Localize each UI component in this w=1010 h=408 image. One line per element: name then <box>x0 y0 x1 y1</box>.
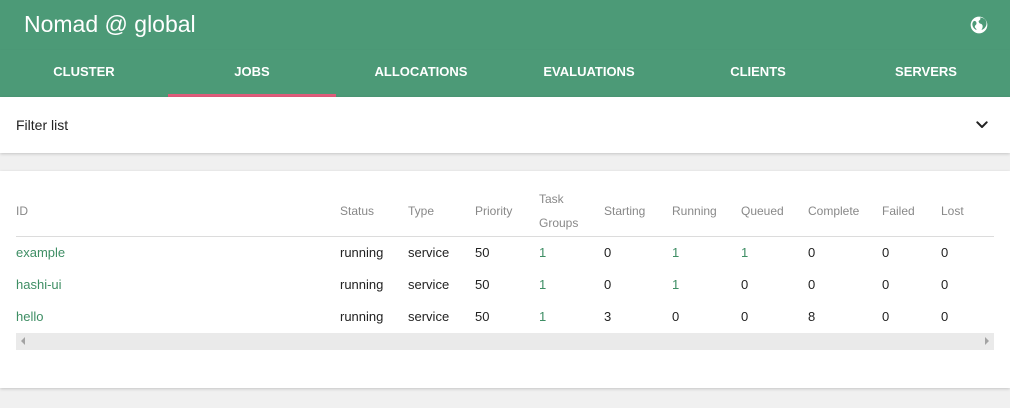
job-status: running <box>340 245 384 260</box>
globe-icon[interactable] <box>969 15 989 35</box>
job-status: running <box>340 309 384 324</box>
column-header-starting[interactable]: Starting <box>604 199 645 223</box>
scroll-right-arrow-icon[interactable] <box>985 337 989 345</box>
column-header-status[interactable]: Status <box>340 199 374 223</box>
job-id-link[interactable]: hashi-ui <box>16 269 62 301</box>
job-complete: 0 <box>808 277 816 292</box>
tab-cluster[interactable]: CLUSTER <box>0 50 168 97</box>
job-complete: 0 <box>808 245 816 260</box>
app-bar: Nomad @ global <box>0 0 1010 50</box>
table-row[interactable]: hello running service 50 1 3 0 0 8 0 0 <box>16 301 994 333</box>
filter-list-label: Filter list <box>16 117 69 133</box>
job-task-groups-link[interactable]: 1 <box>539 301 546 333</box>
job-task-groups-link[interactable]: 1 <box>539 237 546 269</box>
job-status: running <box>340 277 384 292</box>
column-header-queued[interactable]: Queued <box>741 199 784 223</box>
column-header-type[interactable]: Type <box>408 199 434 223</box>
column-header-lost[interactable]: Lost <box>941 199 964 223</box>
jobs-card: ID Status Type Priority Task Groups Star… <box>0 171 1010 388</box>
job-failed: 0 <box>882 245 890 260</box>
column-header-id[interactable]: ID <box>16 199 28 223</box>
job-failed: 0 <box>882 277 890 292</box>
app-title: Nomad @ global <box>24 11 196 37</box>
job-starting: 0 <box>604 245 612 260</box>
chevron-down-icon[interactable] <box>974 117 990 133</box>
job-priority: 50 <box>475 309 490 324</box>
job-running: 0 <box>672 309 680 324</box>
table-row[interactable]: example running service 50 1 0 1 1 0 0 0 <box>16 237 994 269</box>
job-id-link[interactable]: hello <box>16 301 43 333</box>
job-type: service <box>408 309 450 324</box>
job-failed: 0 <box>882 309 890 324</box>
tab-servers[interactable]: SERVERS <box>842 50 1010 97</box>
job-queued-link[interactable]: 1 <box>741 237 748 269</box>
column-header-task-groups-line1[interactable]: Task <box>539 187 564 211</box>
column-header-running[interactable]: Running <box>672 199 717 223</box>
job-priority: 50 <box>475 277 490 292</box>
job-priority: 50 <box>475 245 490 260</box>
tab-jobs[interactable]: JOBS <box>168 50 336 97</box>
job-type: service <box>408 245 450 260</box>
column-header-failed[interactable]: Failed <box>882 199 915 223</box>
main-nav-tabs: CLUSTER JOBS ALLOCATIONS EVALUATIONS CLI… <box>0 50 1010 97</box>
job-running-link[interactable]: 1 <box>672 237 679 269</box>
tab-evaluations[interactable]: EVALUATIONS <box>505 50 673 97</box>
column-header-complete[interactable]: Complete <box>808 199 859 223</box>
tab-allocations[interactable]: ALLOCATIONS <box>337 50 505 97</box>
table-row[interactable]: hashi-ui running service 50 1 0 1 0 0 0 … <box>16 269 994 301</box>
column-header-task-groups-line2[interactable]: Groups <box>539 211 578 235</box>
job-complete: 8 <box>808 309 816 324</box>
job-type: service <box>408 277 450 292</box>
job-lost: 0 <box>941 245 949 260</box>
job-task-groups-link[interactable]: 1 <box>539 269 546 301</box>
tab-clients[interactable]: CLIENTS <box>674 50 842 97</box>
job-lost: 0 <box>941 309 949 324</box>
job-queued: 0 <box>741 309 749 324</box>
job-starting: 3 <box>604 309 612 324</box>
filter-panel[interactable]: Filter list <box>0 97 1010 153</box>
horizontal-scrollbar[interactable] <box>16 333 994 350</box>
job-id-link[interactable]: example <box>16 237 65 269</box>
job-lost: 0 <box>941 277 949 292</box>
scroll-left-arrow-icon[interactable] <box>21 337 25 345</box>
job-starting: 0 <box>604 277 612 292</box>
column-header-priority[interactable]: Priority <box>475 199 512 223</box>
job-queued: 0 <box>741 277 749 292</box>
job-running-link[interactable]: 1 <box>672 269 679 301</box>
